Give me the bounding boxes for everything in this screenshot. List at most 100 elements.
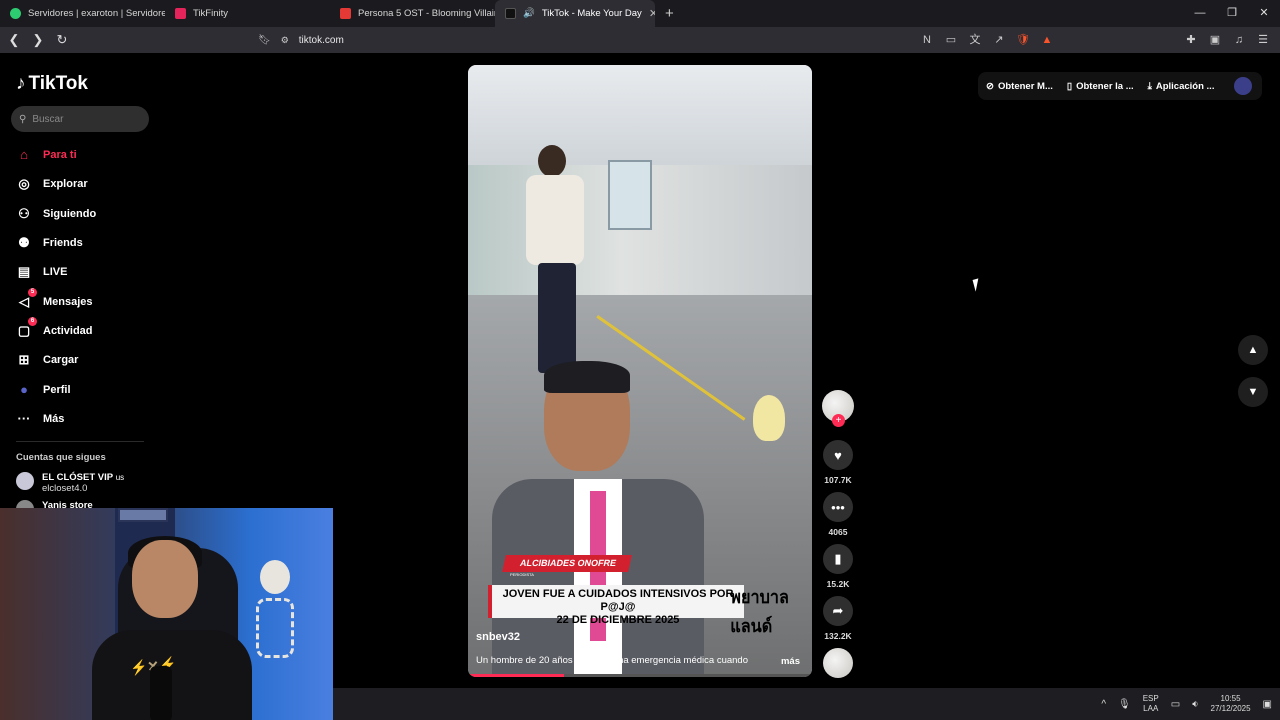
get-app-button[interactable]: ▯ Obtener la ... [1067, 81, 1134, 92]
video-username[interactable]: snbev32 [476, 631, 520, 643]
save-button[interactable]: ▮ 15.2K [822, 544, 854, 589]
activity-badge: 6 [28, 317, 37, 326]
language-indicator[interactable]: ESP LAA [1143, 694, 1159, 714]
search-placeholder: Buscar [32, 113, 64, 125]
top-actions-bar: ⊘ Obtener M... ▯ Obtener la ... ⤓ Aplica… [978, 72, 1262, 100]
messages-icon: ◁ 5 [16, 288, 37, 310]
followed-account[interactable]: EL CLÓSET VIP us elcloset4.0 [16, 472, 124, 494]
chevron-up-icon[interactable]: ^ [1101, 699, 1106, 710]
tab-title: Servidores | exaroton | Servidores de [28, 8, 165, 19]
heart-icon: ♥ [823, 440, 853, 470]
like-count: 107.7K [824, 475, 852, 485]
os-taskbar: ^ 🎙︎ ESP LAA ▭ 🔉︎ 10:55 27/12/2025 ▣ [333, 688, 1280, 720]
tab-exaroton[interactable]: Servidores | exaroton | Servidores de [0, 0, 165, 27]
site-info-icon[interactable]: ⚙ [281, 35, 289, 46]
maximize-icon[interactable]: ❐ [1216, 0, 1248, 27]
network-icon[interactable]: ▭ [1171, 699, 1180, 710]
home-icon: ⌂ [20, 147, 28, 162]
account-handle: elcloset4.0 [42, 483, 88, 494]
sidebar-item-explorar[interactable]: ◎ Explorar [16, 176, 87, 192]
close-tab-icon[interactable]: ✕ [649, 7, 655, 20]
bookmark-icon[interactable]: 🔖︎ [258, 35, 271, 46]
sidebar-item-mensajes[interactable]: ◁ 5 Mensajes [16, 288, 93, 310]
headline-line-1: JOVEN FUE A CUIDADOS INTENSIVOS POR P@J@ [502, 588, 734, 613]
video-person [518, 145, 588, 375]
tikfinity-favicon-icon [175, 8, 186, 19]
lang-code: ESP [1142, 694, 1159, 703]
forward-icon[interactable]: ❯ [28, 32, 48, 48]
microphone-icon[interactable]: 🎙︎ [1118, 699, 1131, 710]
brave-shield-icon[interactable]: 🛡︎ [1016, 30, 1030, 50]
address-bar[interactable]: 🔖︎ ⚙ tiktok.com [258, 30, 998, 50]
sidebar-item-actividad[interactable]: ▢ 6 Actividad [16, 317, 93, 339]
translate-icon[interactable]: 文 [968, 30, 982, 50]
music-icon[interactable]: ♫ [1232, 30, 1246, 50]
reload-icon[interactable]: ↻ [52, 32, 72, 48]
search-icon: ⚲ [19, 113, 27, 125]
tab-title: TikTok - Make Your Day [541, 8, 642, 19]
sidebar-item-perfil[interactable]: ● Perfil [16, 382, 70, 397]
creator-avatar-button[interactable]: + [822, 390, 854, 427]
video-player[interactable]: ALCIBIADES ONOFRE PERIODISTA JOVEN FUE A… [468, 65, 812, 677]
lang-layout: LAA [1143, 704, 1159, 713]
menu-icon[interactable]: ☰ [1256, 30, 1270, 50]
youtube-favicon-icon [340, 8, 351, 19]
sidebar-item-para-ti[interactable]: ⌂ Para ti [16, 147, 77, 162]
phone-icon: ▯ [1066, 80, 1073, 92]
close-window-icon[interactable]: ✕ [1248, 0, 1280, 27]
sidebar-item-label: Cargar [43, 354, 79, 366]
notification-icon[interactable]: ▣ [1263, 699, 1272, 710]
chevron-down-icon: ▼ [1247, 386, 1259, 398]
share-count: 132.2K [824, 631, 852, 641]
volume-icon[interactable]: 🔉︎ [1192, 699, 1198, 710]
sound-disc-button[interactable] [822, 648, 854, 678]
share-icon[interactable]: ↗ [992, 30, 1006, 50]
previous-video-button[interactable]: ▲ [1238, 335, 1268, 365]
url-text[interactable]: tiktok.com [299, 35, 344, 46]
exaroton-favicon-icon [10, 8, 21, 19]
toolbar-icons: N ▭ 文 ↗ 🛡︎ ▲ ✚ ▣ ♫ ☰ [920, 30, 1270, 50]
tiktok-logo[interactable]: ♪ TikTok [16, 73, 88, 95]
minimize-icon[interactable]: — [1184, 0, 1216, 27]
sidebar-item-mas[interactable]: ··· Más [16, 411, 65, 426]
extensions-icon[interactable]: ✚ [1184, 30, 1198, 50]
sidebar-item-cargar[interactable]: ⊞ Cargar [16, 352, 79, 368]
tab-tikfinity[interactable]: TikFinity [165, 0, 330, 27]
lower-third-headline: JOVEN FUE A CUIDADOS INTENSIVOS POR P@J@… [488, 585, 744, 626]
browser-tab-bar: Servidores | exaroton | Servidores de Ti… [0, 0, 1280, 27]
tiktok-sidebar: ♪ TikTok ⚲ Buscar ⌂ Para ti ◎ Explorar ⚇… [0, 53, 160, 518]
next-video-button[interactable]: ▼ [1238, 377, 1268, 407]
reader-icon[interactable]: N [920, 30, 934, 50]
desktop-app-button[interactable]: ⤓ Aplicación ... [1148, 81, 1215, 92]
new-tab-button[interactable]: + [655, 5, 684, 22]
more-button[interactable]: más [781, 656, 800, 667]
clock-date: 27/12/2025 [1210, 704, 1251, 713]
tab-tiktok[interactable]: 🔊 TikTok - Make Your Day ✕ [495, 0, 655, 27]
tab-youtube[interactable]: Persona 5 OST - Blooming Villain [Ext [330, 0, 495, 27]
tiktok-note-icon: ♪ [16, 73, 26, 94]
sidebar-item-live[interactable]: ▤ LIVE [16, 264, 68, 280]
share-button[interactable]: ➦ 132.2K [822, 596, 854, 641]
compass-icon: ◎ [18, 176, 30, 191]
progress-fill [468, 674, 565, 677]
account-name: EL CLÓSET VIP [42, 472, 114, 483]
sidebar-item-siguiendo[interactable]: ⚇ Siguiendo [16, 206, 96, 222]
search-input[interactable]: ⚲ Buscar [11, 106, 149, 132]
share-arrow-icon: ➦ [823, 596, 853, 626]
profile-icon: ● [20, 382, 28, 397]
get-coins-button[interactable]: ⊘ Obtener M... [986, 81, 1053, 92]
video-duck [753, 395, 785, 441]
wallet-icon[interactable]: ▣ [1208, 30, 1222, 50]
user-avatar[interactable] [1234, 77, 1252, 95]
top-action-label: Obtener M... [997, 80, 1053, 92]
cast-icon[interactable]: ▭ [944, 30, 958, 50]
coin-icon: ⊘ [986, 80, 994, 92]
back-icon[interactable]: ❮ [4, 32, 24, 48]
brave-rewards-icon[interactable]: ▲ [1040, 30, 1054, 50]
clock[interactable]: 10:55 27/12/2025 [1211, 694, 1251, 714]
comment-button[interactable]: ••• 4065 [822, 492, 854, 537]
video-progress-bar[interactable] [468, 674, 812, 677]
like-button[interactable]: ♥ 107.7K [822, 440, 854, 485]
sidebar-item-friends[interactable]: ⚉ Friends [16, 235, 83, 251]
follow-plus-icon[interactable]: + [832, 414, 845, 427]
